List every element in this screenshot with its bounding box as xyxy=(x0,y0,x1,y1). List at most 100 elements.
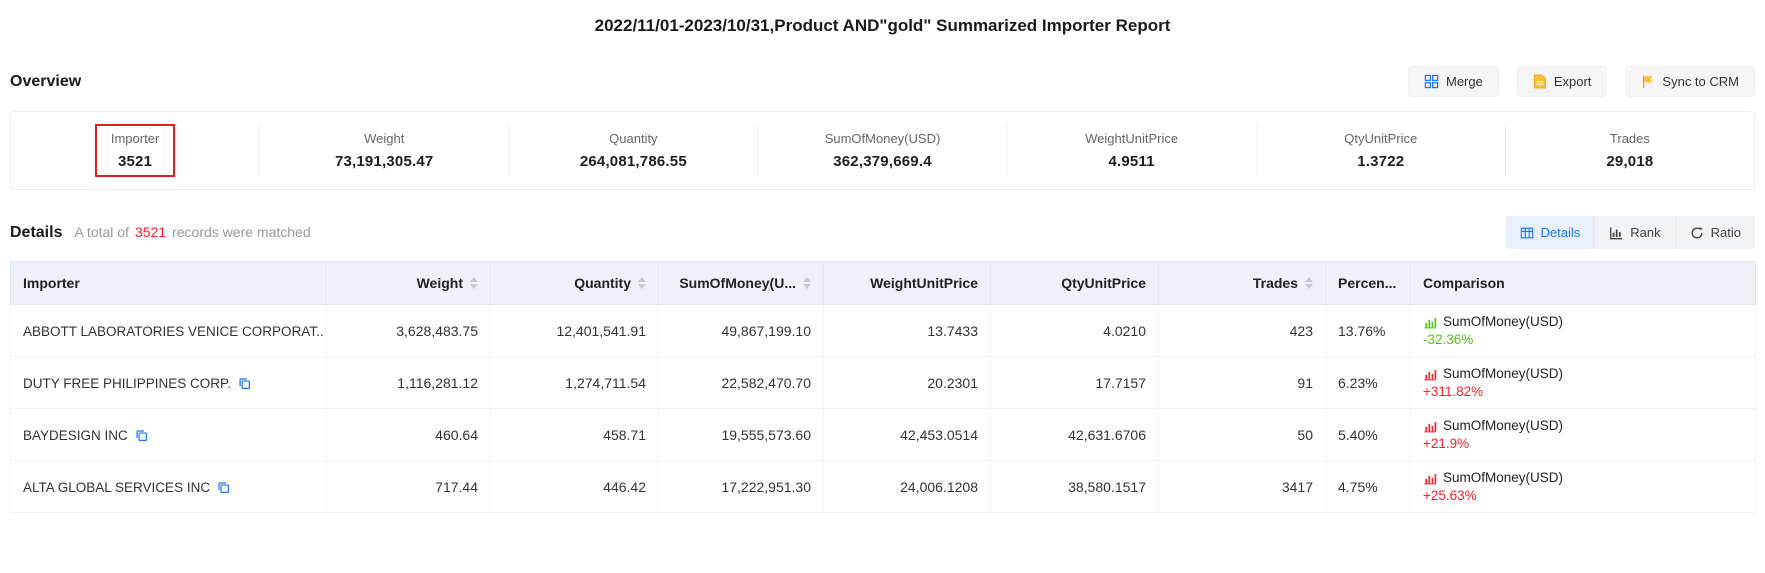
importer-name: DUTY FREE PHILIPPINES CORP. xyxy=(23,376,231,391)
table-icon xyxy=(1520,226,1534,240)
stat-weightunitprice: WeightUnitPrice4.9511 xyxy=(1008,124,1257,177)
stat-sumofmoney-usd: SumOfMoney(USD)362,379,669.4 xyxy=(758,124,1007,177)
importer-name: BAYDESIGN INC xyxy=(23,428,128,443)
stat-quantity: Quantity264,081,786.55 xyxy=(509,124,758,177)
sum-of-money-cell: 49,867,199.10 xyxy=(659,305,824,357)
trades-cell: 423 xyxy=(1159,305,1326,357)
trades-cell: 50 xyxy=(1159,409,1326,461)
overview-header: Overview Merge Export Sync to CRM xyxy=(10,66,1755,97)
rank-icon xyxy=(1609,226,1623,240)
export-icon xyxy=(1533,74,1547,89)
button-label: Sync to CRM xyxy=(1662,74,1739,89)
trend-up-icon xyxy=(1423,367,1437,381)
comparison-cell: SumOfMoney(USD)+311.82% xyxy=(1411,357,1756,409)
trades-cell: 3417 xyxy=(1159,461,1326,513)
comparison-metric: SumOfMoney(USD) xyxy=(1443,314,1563,329)
view-toggle: Details Rank Ratio xyxy=(1506,216,1755,249)
stat-label: Quantity xyxy=(609,131,657,146)
copy-icon[interactable] xyxy=(135,429,148,442)
stat-value: 29,018 xyxy=(1606,153,1653,170)
importer-name: ALTA GLOBAL SERVICES INC xyxy=(23,480,210,495)
importers-table: Importer Weight Quantity SumOfMoney(U... Wei… xyxy=(10,261,1756,513)
flag-icon xyxy=(1641,74,1655,89)
qty-unit-price-cell: 4.0210 xyxy=(991,305,1159,357)
table-row: ABBOTT LABORATORIES VENICE CORPORAT...3,… xyxy=(11,305,1756,357)
stat-label: Weight xyxy=(364,131,404,146)
quantity-cell: 12,401,541.91 xyxy=(491,305,659,357)
sum-of-money-cell: 17,222,951.30 xyxy=(659,461,824,513)
page-title: 2022/11/01-2023/10/31,Product AND"gold" … xyxy=(10,0,1755,36)
weight-cell: 460.64 xyxy=(326,409,491,461)
overview-stats: Importer3521Weight73,191,305.47Quantity2… xyxy=(10,111,1755,190)
stat-content: Trades 29,018 xyxy=(1592,126,1667,175)
sort-icon xyxy=(638,277,646,289)
table-body: ABBOTT LABORATORIES VENICE CORPORAT...3,… xyxy=(11,305,1756,513)
column-header-quantity[interactable]: Quantity xyxy=(491,262,659,305)
stat-value: 1.3722 xyxy=(1357,153,1404,170)
quantity-cell: 1,274,711.54 xyxy=(491,357,659,409)
percent-cell: 6.23% xyxy=(1326,357,1411,409)
importer-cell: BAYDESIGN INC xyxy=(11,409,326,461)
table-header-row: Importer Weight Quantity SumOfMoney(U... Wei… xyxy=(11,262,1756,305)
weight-cell: 1,116,281.12 xyxy=(326,357,491,409)
column-label: Weight xyxy=(417,275,463,291)
sort-icon xyxy=(803,277,811,289)
sync-to-crm-button[interactable]: Sync to CRM xyxy=(1625,66,1755,97)
details-title-group: Details A total of3521records were match… xyxy=(10,224,311,242)
column-header-weightunitprice: WeightUnitPrice xyxy=(824,262,991,305)
view-tab-ratio[interactable]: Ratio xyxy=(1675,216,1755,249)
view-tab-label: Details xyxy=(1541,225,1581,240)
view-tab-details[interactable]: Details xyxy=(1506,216,1595,249)
view-tab-label: Ratio xyxy=(1711,225,1741,240)
qty-unit-price-cell: 17.7157 xyxy=(991,357,1159,409)
export-button[interactable]: Export xyxy=(1517,66,1608,97)
overview-heading: Overview xyxy=(10,73,81,91)
ratio-icon xyxy=(1690,226,1704,240)
weight-unit-price-cell: 20.2301 xyxy=(824,357,991,409)
percent-cell: 5.40% xyxy=(1326,409,1411,461)
quantity-cell: 458.71 xyxy=(491,409,659,461)
comparison-change: +21.9% xyxy=(1423,436,1743,451)
column-header-importer: Importer xyxy=(11,262,326,305)
percent-cell: 4.75% xyxy=(1326,461,1411,513)
stat-value: 3521 xyxy=(118,153,152,170)
table-row: BAYDESIGN INC460.64458.7119,555,573.6042… xyxy=(11,409,1756,461)
column-header-comparison: Comparison xyxy=(1411,262,1756,305)
column-label: Percen... xyxy=(1338,275,1396,291)
weight-unit-price-cell: 13.7433 xyxy=(824,305,991,357)
column-label: QtyUnitPrice xyxy=(1061,275,1146,291)
sum-of-money-cell: 19,555,573.60 xyxy=(659,409,824,461)
stat-label: WeightUnitPrice xyxy=(1085,131,1178,146)
view-tab-rank[interactable]: Rank xyxy=(1594,216,1674,249)
weight-unit-price-cell: 42,453.0514 xyxy=(824,409,991,461)
percent-cell: 13.76% xyxy=(1326,305,1411,357)
comparison-metric: SumOfMoney(USD) xyxy=(1443,366,1563,381)
column-header-weight[interactable]: Weight xyxy=(326,262,491,305)
trend-down-icon xyxy=(1423,315,1437,329)
match-summary: A total of3521records were matched xyxy=(74,224,310,240)
column-label: SumOfMoney(U... xyxy=(679,275,796,291)
weight-unit-price-cell: 24,006.1208 xyxy=(824,461,991,513)
sort-icon xyxy=(1305,277,1313,289)
details-header: Details A total of3521records were match… xyxy=(10,216,1755,249)
importer-cell: ABBOTT LABORATORIES VENICE CORPORAT... xyxy=(11,305,326,357)
comparison-cell: SumOfMoney(USD)+21.9% xyxy=(1411,409,1756,461)
comparison-change: +25.63% xyxy=(1423,488,1743,503)
comparison-cell: SumOfMoney(USD)-32.36% xyxy=(1411,305,1756,357)
stat-label: QtyUnitPrice xyxy=(1344,131,1417,146)
copy-icon[interactable] xyxy=(217,481,230,494)
qty-unit-price-cell: 42,631.6706 xyxy=(991,409,1159,461)
column-header-sumofmoney-u[interactable]: SumOfMoney(U... xyxy=(659,262,824,305)
column-label: Trades xyxy=(1253,275,1298,291)
column-header-trades[interactable]: Trades xyxy=(1159,262,1326,305)
details-heading: Details xyxy=(10,224,62,242)
table-row: DUTY FREE PHILIPPINES CORP.1,116,281.121… xyxy=(11,357,1756,409)
importer-report-page: 2022/11/01-2023/10/31,Product AND"gold" … xyxy=(0,0,1765,513)
copy-icon[interactable] xyxy=(238,377,251,390)
merge-button[interactable]: Merge xyxy=(1408,66,1499,97)
stat-content: SumOfMoney(USD)362,379,669.4 xyxy=(811,126,955,175)
trend-up-icon xyxy=(1423,419,1437,433)
stat-label: Trades xyxy=(1610,131,1650,146)
stat-trades: Trades 29,018 xyxy=(1506,124,1754,177)
stat-value: 73,191,305.47 xyxy=(335,153,434,170)
